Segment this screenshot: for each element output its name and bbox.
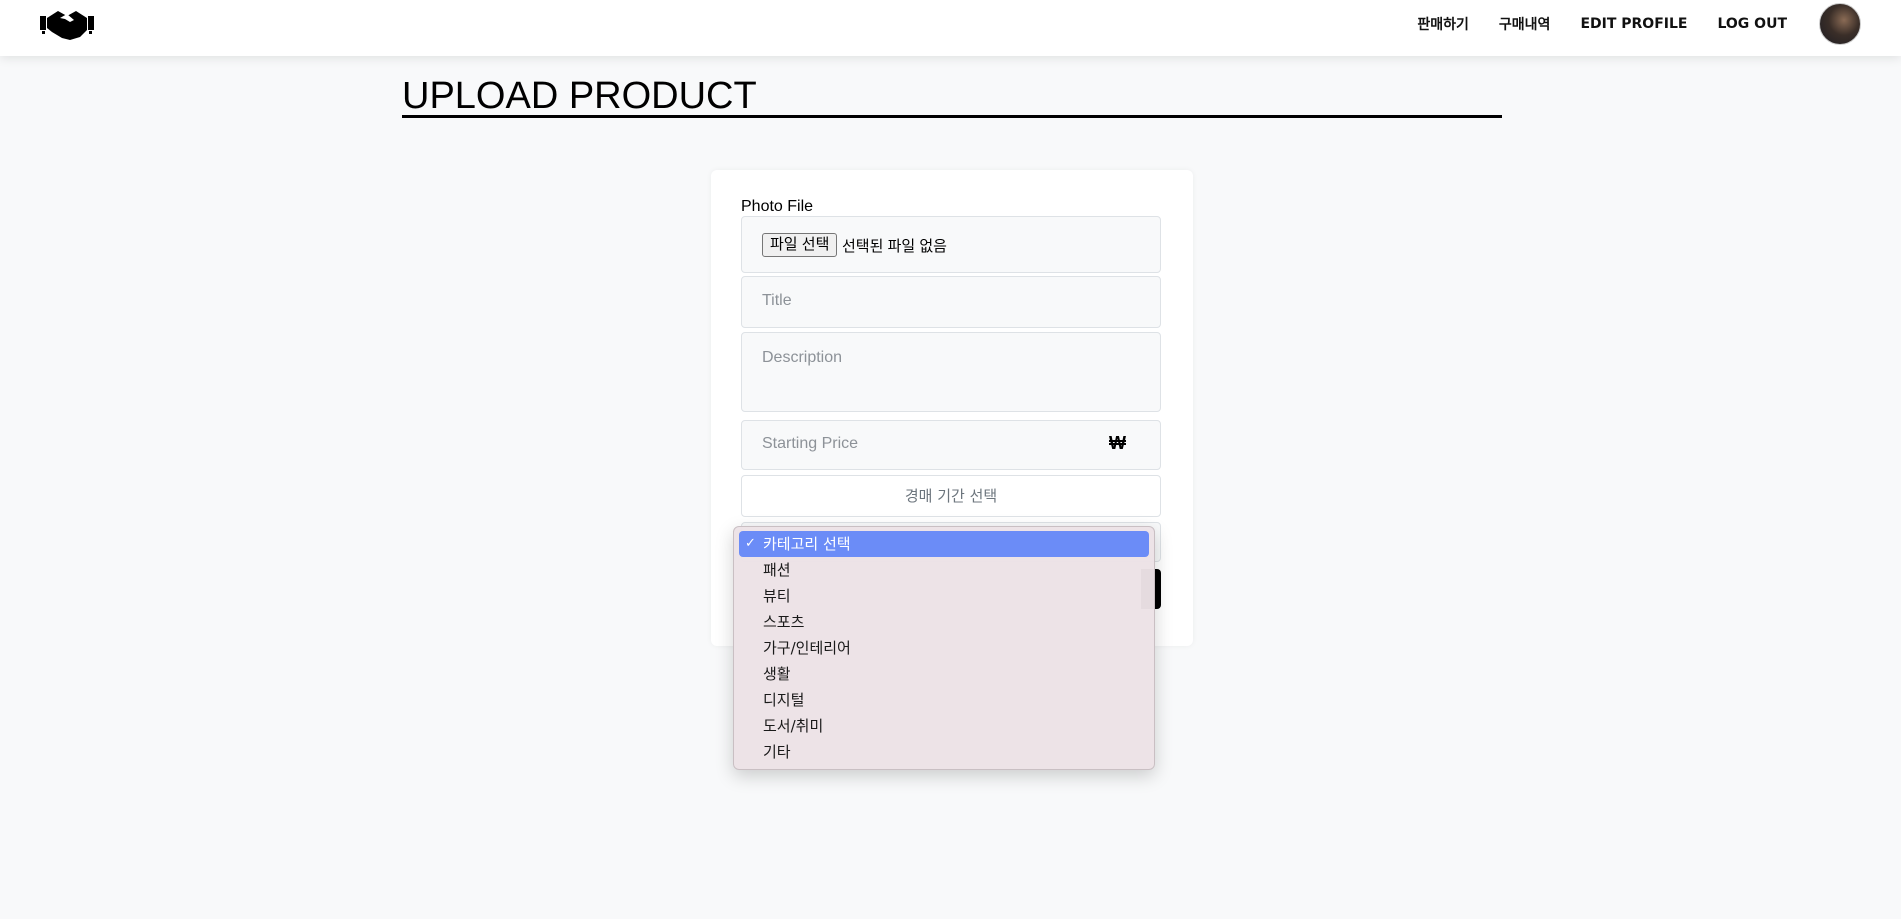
category-option-etc[interactable]: 기타 <box>739 739 1149 765</box>
user-avatar[interactable] <box>1819 3 1861 45</box>
category-option-sports[interactable]: 스포츠 <box>739 609 1149 635</box>
won-currency-icon: ₩ <box>1109 433 1126 453</box>
category-option-beauty[interactable]: 뷰티 <box>739 583 1149 609</box>
nav-link-logout[interactable]: LOG OUT <box>1717 16 1787 32</box>
category-option-fashion[interactable]: 패션 <box>739 557 1149 583</box>
handshake-logo-icon[interactable] <box>40 8 94 42</box>
starting-price-input[interactable]: Starting Price ₩ <box>741 420 1161 470</box>
category-dropdown-list: ✓ 카테고리 선택 패션 뷰티 스포츠 가구/인테리어 생활 디지털 도서/취미… <box>733 526 1155 770</box>
nav-link-sell[interactable]: 판매하기 <box>1417 14 1469 34</box>
choose-file-button[interactable]: 파일 선택 <box>762 233 838 257</box>
category-option-books-hobby[interactable]: 도서/취미 <box>739 713 1149 739</box>
photo-file-label: Photo File <box>741 198 814 215</box>
nav-link-edit-profile[interactable]: EDIT PROFILE <box>1580 16 1687 32</box>
title-placeholder: Title <box>762 292 792 309</box>
category-option-furniture[interactable]: 가구/인테리어 <box>739 635 1149 661</box>
photo-file-input[interactable]: 파일 선택 선택된 파일 없음 <box>741 216 1161 273</box>
category-option-digital[interactable]: 디지털 <box>739 687 1149 713</box>
nav-links: 판매하기 구매내역 EDIT PROFILE LOG OUT <box>1417 0 1901 48</box>
top-navbar: 판매하기 구매내역 EDIT PROFILE LOG OUT <box>0 0 1901 56</box>
category-option-living[interactable]: 생활 <box>739 661 1149 687</box>
category-option-placeholder[interactable]: ✓ 카테고리 선택 <box>739 531 1149 557</box>
price-placeholder: Starting Price <box>762 435 859 452</box>
page-title: UPLOAD PRODUCT <box>402 74 1502 118</box>
description-textarea[interactable]: Description <box>741 332 1161 412</box>
file-status-text: 선택된 파일 없음 <box>842 238 947 255</box>
check-icon: ✓ <box>745 536 756 551</box>
title-input[interactable]: Title <box>741 276 1161 328</box>
auction-period-button[interactable]: 경매 기간 선택 <box>741 475 1161 517</box>
description-placeholder: Description <box>762 349 843 366</box>
nav-link-purchase-history[interactable]: 구매내역 <box>1499 14 1551 34</box>
